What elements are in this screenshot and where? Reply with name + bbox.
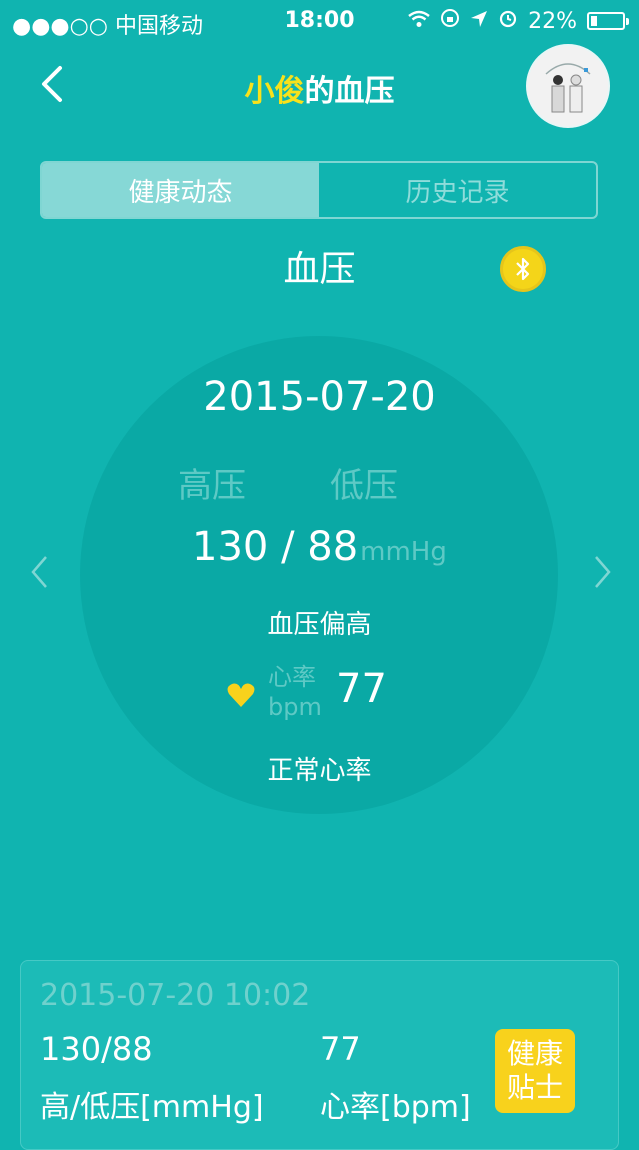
status-right: 22% <box>408 8 629 34</box>
pressure-labels: 高压 低压 <box>178 458 398 507</box>
avatar-image <box>528 46 608 126</box>
bp-status: 血压偏高 <box>267 610 372 640</box>
location-icon <box>470 9 488 34</box>
record-hr-value: 77 <box>320 1030 361 1068</box>
alarm-icon <box>498 8 518 34</box>
avatar[interactable] <box>526 44 610 128</box>
record-bp-label: 高/低压[mmHg] <box>40 1090 264 1125</box>
wifi-icon <box>408 9 430 34</box>
status-bar: ●●●○○ 中国移动 18:00 22% <box>0 0 639 42</box>
health-tips-label: 健康贴士 <box>506 1037 563 1104</box>
heart-rate-labels: 心率 bpm <box>268 662 322 722</box>
chevron-left-icon <box>31 556 47 588</box>
battery-percent: 22% <box>528 8 577 34</box>
rotation-lock-icon <box>440 8 460 34</box>
record-hr-label: 心率[bpm] <box>320 1090 471 1125</box>
previous-arrow[interactable] <box>28 554 52 590</box>
heart-rate-label: 心率 <box>268 663 316 691</box>
bp-reading: 130 / 88 <box>192 524 359 570</box>
reading-date: 2015-07-20 <box>203 374 436 420</box>
heart-icon <box>226 680 256 710</box>
segmented-tabs: 健康动态 历史记录 <box>40 161 598 219</box>
bluetooth-icon <box>516 257 530 281</box>
battery-icon <box>587 12 629 30</box>
tab-history[interactable]: 历史记录 <box>319 163 596 217</box>
health-tips-button[interactable]: 健康贴士 <box>495 1029 575 1113</box>
record-bp-value: 130/88 <box>40 1030 153 1068</box>
record-datetime: 2015-07-20 10:02 <box>40 978 311 1013</box>
user-name: 小俊 <box>244 74 305 109</box>
next-arrow[interactable] <box>590 554 614 590</box>
low-pressure-label: 低压 <box>330 466 398 506</box>
chevron-right-icon <box>595 556 611 588</box>
blood-pressure-value: 130 / 88mmHg <box>192 524 447 570</box>
heart-rate-status: 正常心率 <box>267 756 372 786</box>
heart-rate-unit: bpm <box>268 693 322 721</box>
heart-rate-value: 77 <box>336 666 387 712</box>
title-suffix: 的血压 <box>304 74 395 109</box>
tab-health-trends[interactable]: 健康动态 <box>42 163 319 217</box>
bluetooth-button[interactable] <box>500 246 546 292</box>
bp-unit: mmHg <box>360 537 447 567</box>
high-pressure-label: 高压 <box>178 466 246 506</box>
